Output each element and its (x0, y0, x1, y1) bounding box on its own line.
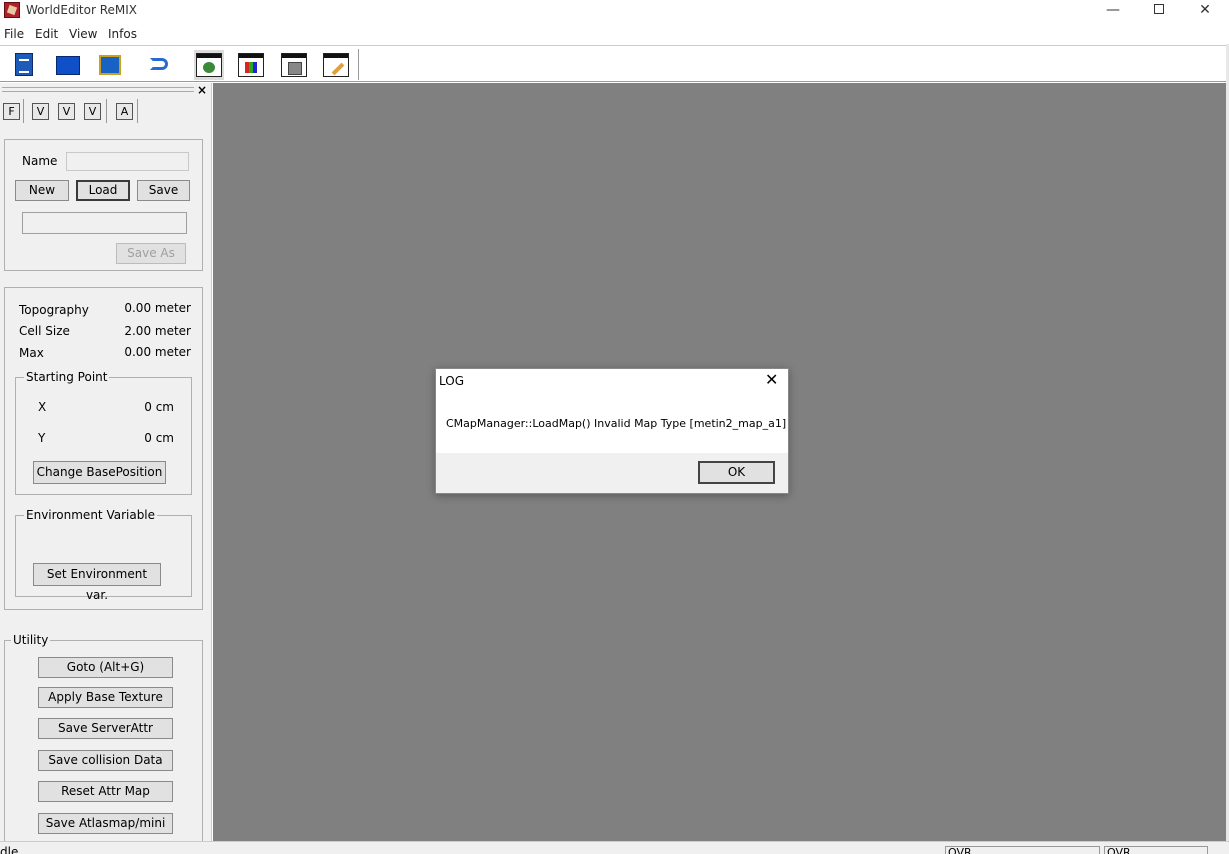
starting-point-group: Starting Point X 0 cm Y 0 cm Change Base… (15, 370, 192, 495)
save-server-attr-button[interactable]: Save ServerAttr (38, 718, 173, 739)
brush-view-button[interactable] (321, 50, 351, 80)
x-value: 0 cm (144, 400, 174, 414)
save-atlasmap-button[interactable]: Save Atlasmap/mini (38, 813, 173, 834)
starting-point-title: Starting Point (24, 370, 110, 384)
utility-title: Utility (11, 633, 51, 647)
cell-size-value: 2.00 meter (124, 324, 191, 338)
object-view-button[interactable] (279, 50, 309, 80)
toolbar (0, 45, 1229, 82)
save-map-button[interactable]: Save (137, 180, 190, 201)
set-environment-button[interactable]: Set Environment var. (33, 563, 161, 602)
map-view-button[interactable] (194, 50, 224, 80)
undo-icon (150, 58, 168, 70)
monitor-button[interactable] (93, 50, 123, 80)
menu-view[interactable]: View (69, 27, 97, 41)
tab-separator (106, 99, 107, 123)
menu-file[interactable]: File (4, 27, 24, 41)
dialog-close-button[interactable]: ✕ (765, 370, 778, 389)
y-value: 0 cm (144, 431, 174, 445)
object-view-icon (281, 53, 307, 77)
maximize-button[interactable] (1136, 0, 1182, 22)
load-map-button[interactable]: Load (76, 180, 130, 201)
environment-title: Environment Variable (24, 508, 158, 522)
tab-separator (23, 99, 24, 123)
x-label: X (38, 400, 47, 414)
texture-view-icon (238, 53, 264, 77)
save-collision-data-button[interactable]: Save collision Data (38, 750, 173, 771)
topography-value: 0.00 meter (124, 301, 191, 315)
status-text: dle (0, 845, 19, 854)
open-folder-icon (56, 56, 80, 75)
monitor-icon (99, 55, 121, 75)
menu-infos[interactable]: Infos (108, 27, 137, 41)
tab-view-2[interactable]: V (58, 103, 75, 120)
brush-view-icon (323, 53, 349, 77)
utility-group: Utility Goto (Alt+G) Apply Base Texture … (4, 633, 203, 844)
title-bar: WorldEditor ReMIX — ✕ (0, 0, 1229, 22)
new-map-button[interactable]: New (15, 180, 69, 201)
tab-separator (137, 99, 138, 123)
new-document-button[interactable] (8, 50, 38, 80)
panel-grip[interactable] (2, 87, 194, 92)
save-as-button[interactable]: Save As (116, 243, 186, 264)
texture-view-button[interactable] (236, 50, 266, 80)
change-base-position-button[interactable]: Change BasePosition (33, 461, 166, 484)
dialog-title: LOG (439, 374, 465, 388)
reset-attr-map-button[interactable]: Reset Attr Map (38, 781, 173, 802)
name-label: Name (22, 154, 58, 168)
dialog-message: CMapManager::LoadMap() Invalid Map Type … (446, 417, 787, 430)
dialog-footer: OK (436, 453, 788, 493)
apply-base-texture-button[interactable]: Apply Base Texture (38, 687, 173, 708)
tab-attr[interactable]: A (116, 103, 133, 120)
name-field[interactable] (66, 152, 189, 171)
ok-button[interactable]: OK (698, 461, 775, 484)
close-button[interactable]: ✕ (1182, 0, 1228, 22)
max-value: 0.00 meter (124, 345, 191, 359)
goto-button[interactable]: Goto (Alt+G) (38, 657, 173, 678)
map-path-field[interactable] (22, 212, 187, 234)
status-pane-overwrite-2: OVR (1104, 846, 1208, 854)
max-label: Max (19, 346, 44, 360)
tab-file[interactable]: F (3, 103, 20, 120)
maximize-icon (1154, 3, 1164, 14)
map-view-icon (196, 53, 222, 77)
app-logo-icon (4, 2, 20, 18)
status-bar: dle OVR OVR (0, 841, 1229, 854)
undo-button[interactable] (143, 50, 173, 80)
topography-label: Topography (19, 303, 89, 317)
minimize-button[interactable]: — (1090, 0, 1136, 22)
environment-group: Environment Variable Set Environment var… (15, 508, 192, 602)
file-group: Name New Load Save Save As (4, 139, 203, 271)
window-title: WorldEditor ReMIX (26, 3, 138, 17)
new-document-icon (15, 53, 33, 76)
tab-view-3[interactable]: V (84, 103, 101, 120)
map-info-group: Topography 0.00 meter Cell Size 2.00 met… (4, 287, 203, 610)
status-pane-overwrite: OVR (945, 846, 1100, 854)
y-label: Y (38, 431, 46, 445)
map-panel: × F V V V A Name New Load Save Save As T… (0, 83, 212, 844)
panel-close-button[interactable]: × (197, 83, 207, 97)
log-dialog: LOG ✕ CMapManager::LoadMap() Invalid Map… (435, 368, 789, 494)
menu-edit[interactable]: Edit (35, 27, 58, 41)
tab-view-1[interactable]: V (32, 103, 49, 120)
menu-bar: File Edit View Infos (0, 24, 1229, 44)
toolbar-separator (358, 49, 359, 80)
cell-size-label: Cell Size (19, 324, 70, 338)
open-folder-button[interactable] (52, 50, 82, 80)
